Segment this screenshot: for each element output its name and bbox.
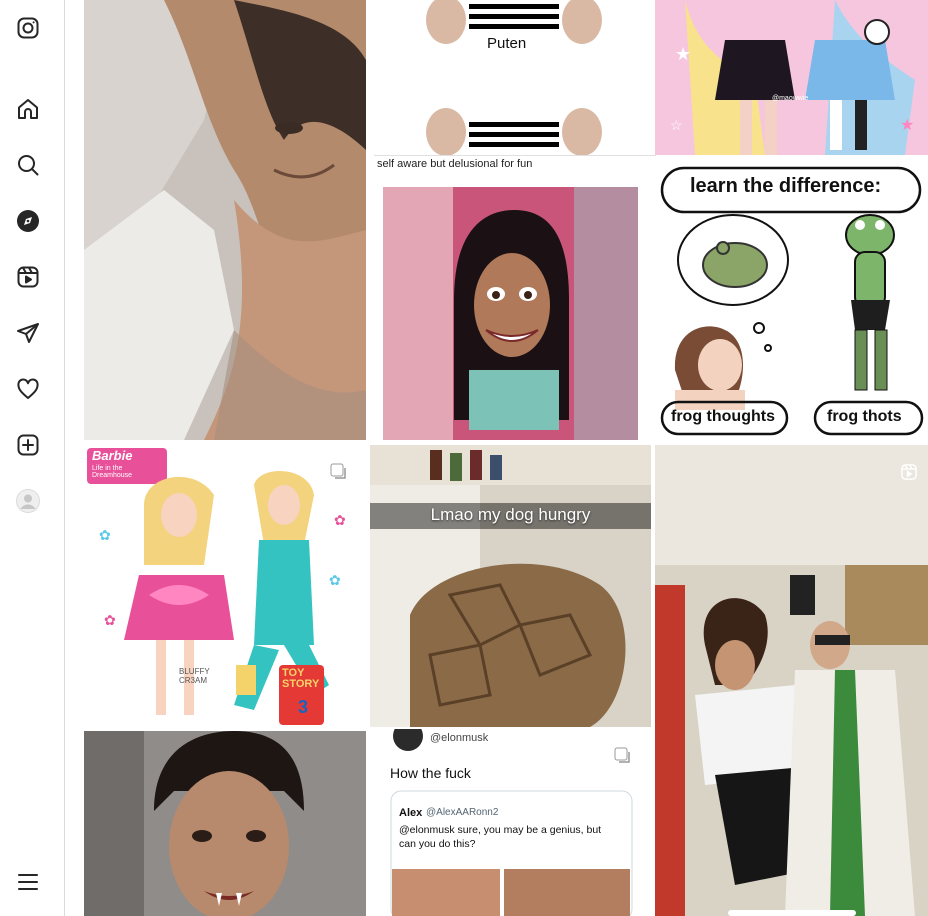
svg-text:☆: ☆ [670,117,683,133]
post-tweet-meme[interactable]: @elonmusk How the fuck Alex @AlexAARonn2… [370,729,651,916]
left-navigation-sidebar [0,0,65,916]
anime-watermark: @maowwie [772,95,809,102]
carousel-icon [614,747,632,765]
quoted-text: @elonmusk sure, you may be a genius, but… [399,824,602,850]
turtle-photo [370,445,651,727]
frog-meme-left-label: frog thoughts [671,408,775,425]
putin-meme-caption: self aware but delusional for fun [377,158,533,170]
post-anime-girls[interactable]: ★ ★ ☆ @maowwie [655,0,928,155]
svg-text:★: ★ [900,117,914,134]
post-dancing-reel[interactable] [655,445,928,916]
putin-meme-word: Puten [487,35,527,52]
toystory-logo: TOY STORY [282,667,320,690]
post-putin-meme[interactable]: Puten self aware but delusional for fun [374,0,656,440]
create-icon[interactable] [16,433,40,457]
turtle-meme-caption: Lmao my dog hungry [430,505,591,524]
more-menu-icon[interactable] [16,870,40,894]
messages-icon[interactable] [16,321,40,345]
notifications-icon[interactable] [16,377,40,401]
post-man-in-bed[interactable] [84,0,366,440]
photo-man-in-bed [84,0,366,440]
meme-putin-art [374,0,656,440]
svg-text:✿: ✿ [104,612,116,628]
vampire-photo [84,731,366,916]
svg-text:✿: ✿ [99,527,111,543]
profile-avatar[interactable] [16,489,40,513]
artist-signature: BLUFFY CR3AM [179,667,210,685]
quoted-handle: @AlexAARonn2 [426,807,499,818]
instagram-logo-icon[interactable] [16,16,40,40]
tweet-handle: @elonmusk [430,732,489,744]
frog-meme-title: learn the difference: [690,175,882,197]
svg-text:★: ★ [675,44,691,64]
reels-icon[interactable] [16,265,40,289]
frog-meme-art [655,160,928,440]
explore-grid: Puten self aware but delusional for fun … [84,0,928,916]
search-icon[interactable] [16,153,40,177]
toystory-number: 3 [298,697,309,717]
quoted-name: Alex [399,807,423,819]
anime-girls-art: ★ ★ ☆ [655,0,928,155]
post-frog-meme[interactable]: learn the difference: frog thoughts frog… [655,160,928,440]
svg-text:✿: ✿ [329,572,341,588]
barbie-brand: Barbie [92,448,133,463]
post-turtle-meme[interactable]: Lmao my dog hungry [370,445,651,727]
carousel-icon [330,463,348,481]
explore-icon[interactable] [16,209,40,233]
quoted-tag: [@Tiny_cinema [578,857,627,864]
frog-meme-right-label: frog thots [827,408,902,425]
home-icon[interactable] [16,97,40,121]
svg-text:✿: ✿ [334,512,346,528]
post-barbie-toystory-art[interactable]: ✿ ✿ ✿ ✿ Barbie Life in the Dreamhouse TO… [84,445,366,727]
barbie-sub: Life in the Dreamhouse [92,465,133,479]
post-vampire-photo[interactable] [84,731,366,916]
tweet-text: How the fuck [390,765,471,781]
reel-indicator-icon [900,463,918,481]
dancing-photo [655,445,928,916]
